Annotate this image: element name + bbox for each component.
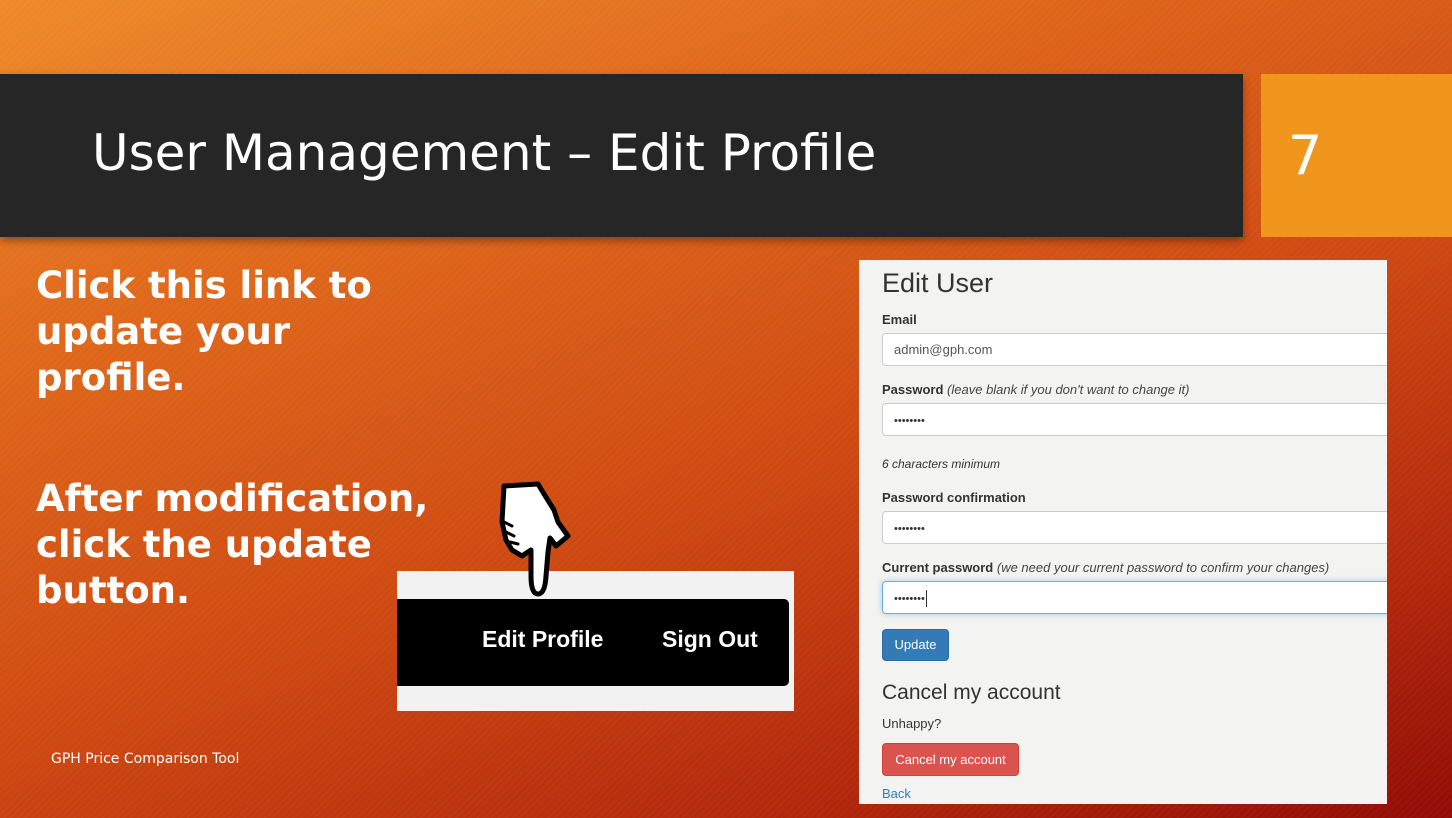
sign-out-link[interactable]: Sign Out (662, 626, 758, 653)
password-field[interactable]: •••••••• (882, 403, 1387, 436)
current-password-hint: (we need your current password to confir… (996, 560, 1330, 575)
current-password-label: Current password (we need your current p… (882, 560, 1329, 575)
nav-bar-screenshot: Edit Profile Sign Out (397, 571, 794, 711)
edit-profile-link[interactable]: Edit Profile (482, 626, 603, 653)
cancel-account-heading: Cancel my account (882, 681, 1061, 704)
current-password-label-text: Current password (882, 560, 994, 575)
slide-number: 7 (1288, 124, 1323, 187)
edit-user-form-screenshot: Edit User Email admin@gph.com Password (… (859, 260, 1387, 804)
current-password-field[interactable]: •••••••• (882, 581, 1387, 614)
update-button[interactable]: Update (882, 629, 949, 661)
password-confirmation-value: •••••••• (894, 523, 925, 535)
password-value: •••••••• (894, 415, 925, 427)
hand-pointing-down-icon (499, 481, 571, 597)
back-link[interactable]: Back (882, 786, 911, 801)
password-min-note: 6 characters minimum (882, 457, 1001, 471)
password-confirmation-field[interactable]: •••••••• (882, 511, 1387, 544)
text-caret (925, 590, 927, 608)
email-field[interactable]: admin@gph.com (882, 333, 1387, 366)
email-label: Email (882, 312, 917, 327)
unhappy-text: Unhappy? (882, 716, 942, 731)
slide-footer: GPH Price Comparison Tool (51, 751, 240, 767)
instruction-update-button: After modification, click the update but… (36, 477, 429, 612)
password-confirmation-label: Password confirmation (882, 490, 1026, 505)
password-label: Password (leave blank if you don't want … (882, 382, 1189, 397)
password-hint: (leave blank if you don't want to change… (947, 382, 1190, 397)
cancel-account-button[interactable]: Cancel my account (882, 743, 1019, 776)
current-password-value: •••••••• (894, 593, 925, 605)
slide-title: User Management – Edit Profile (92, 124, 877, 182)
instruction-edit-link: Click this link to update your profile. (36, 264, 372, 399)
password-label-text: Password (882, 382, 944, 397)
form-heading: Edit User (882, 268, 994, 298)
